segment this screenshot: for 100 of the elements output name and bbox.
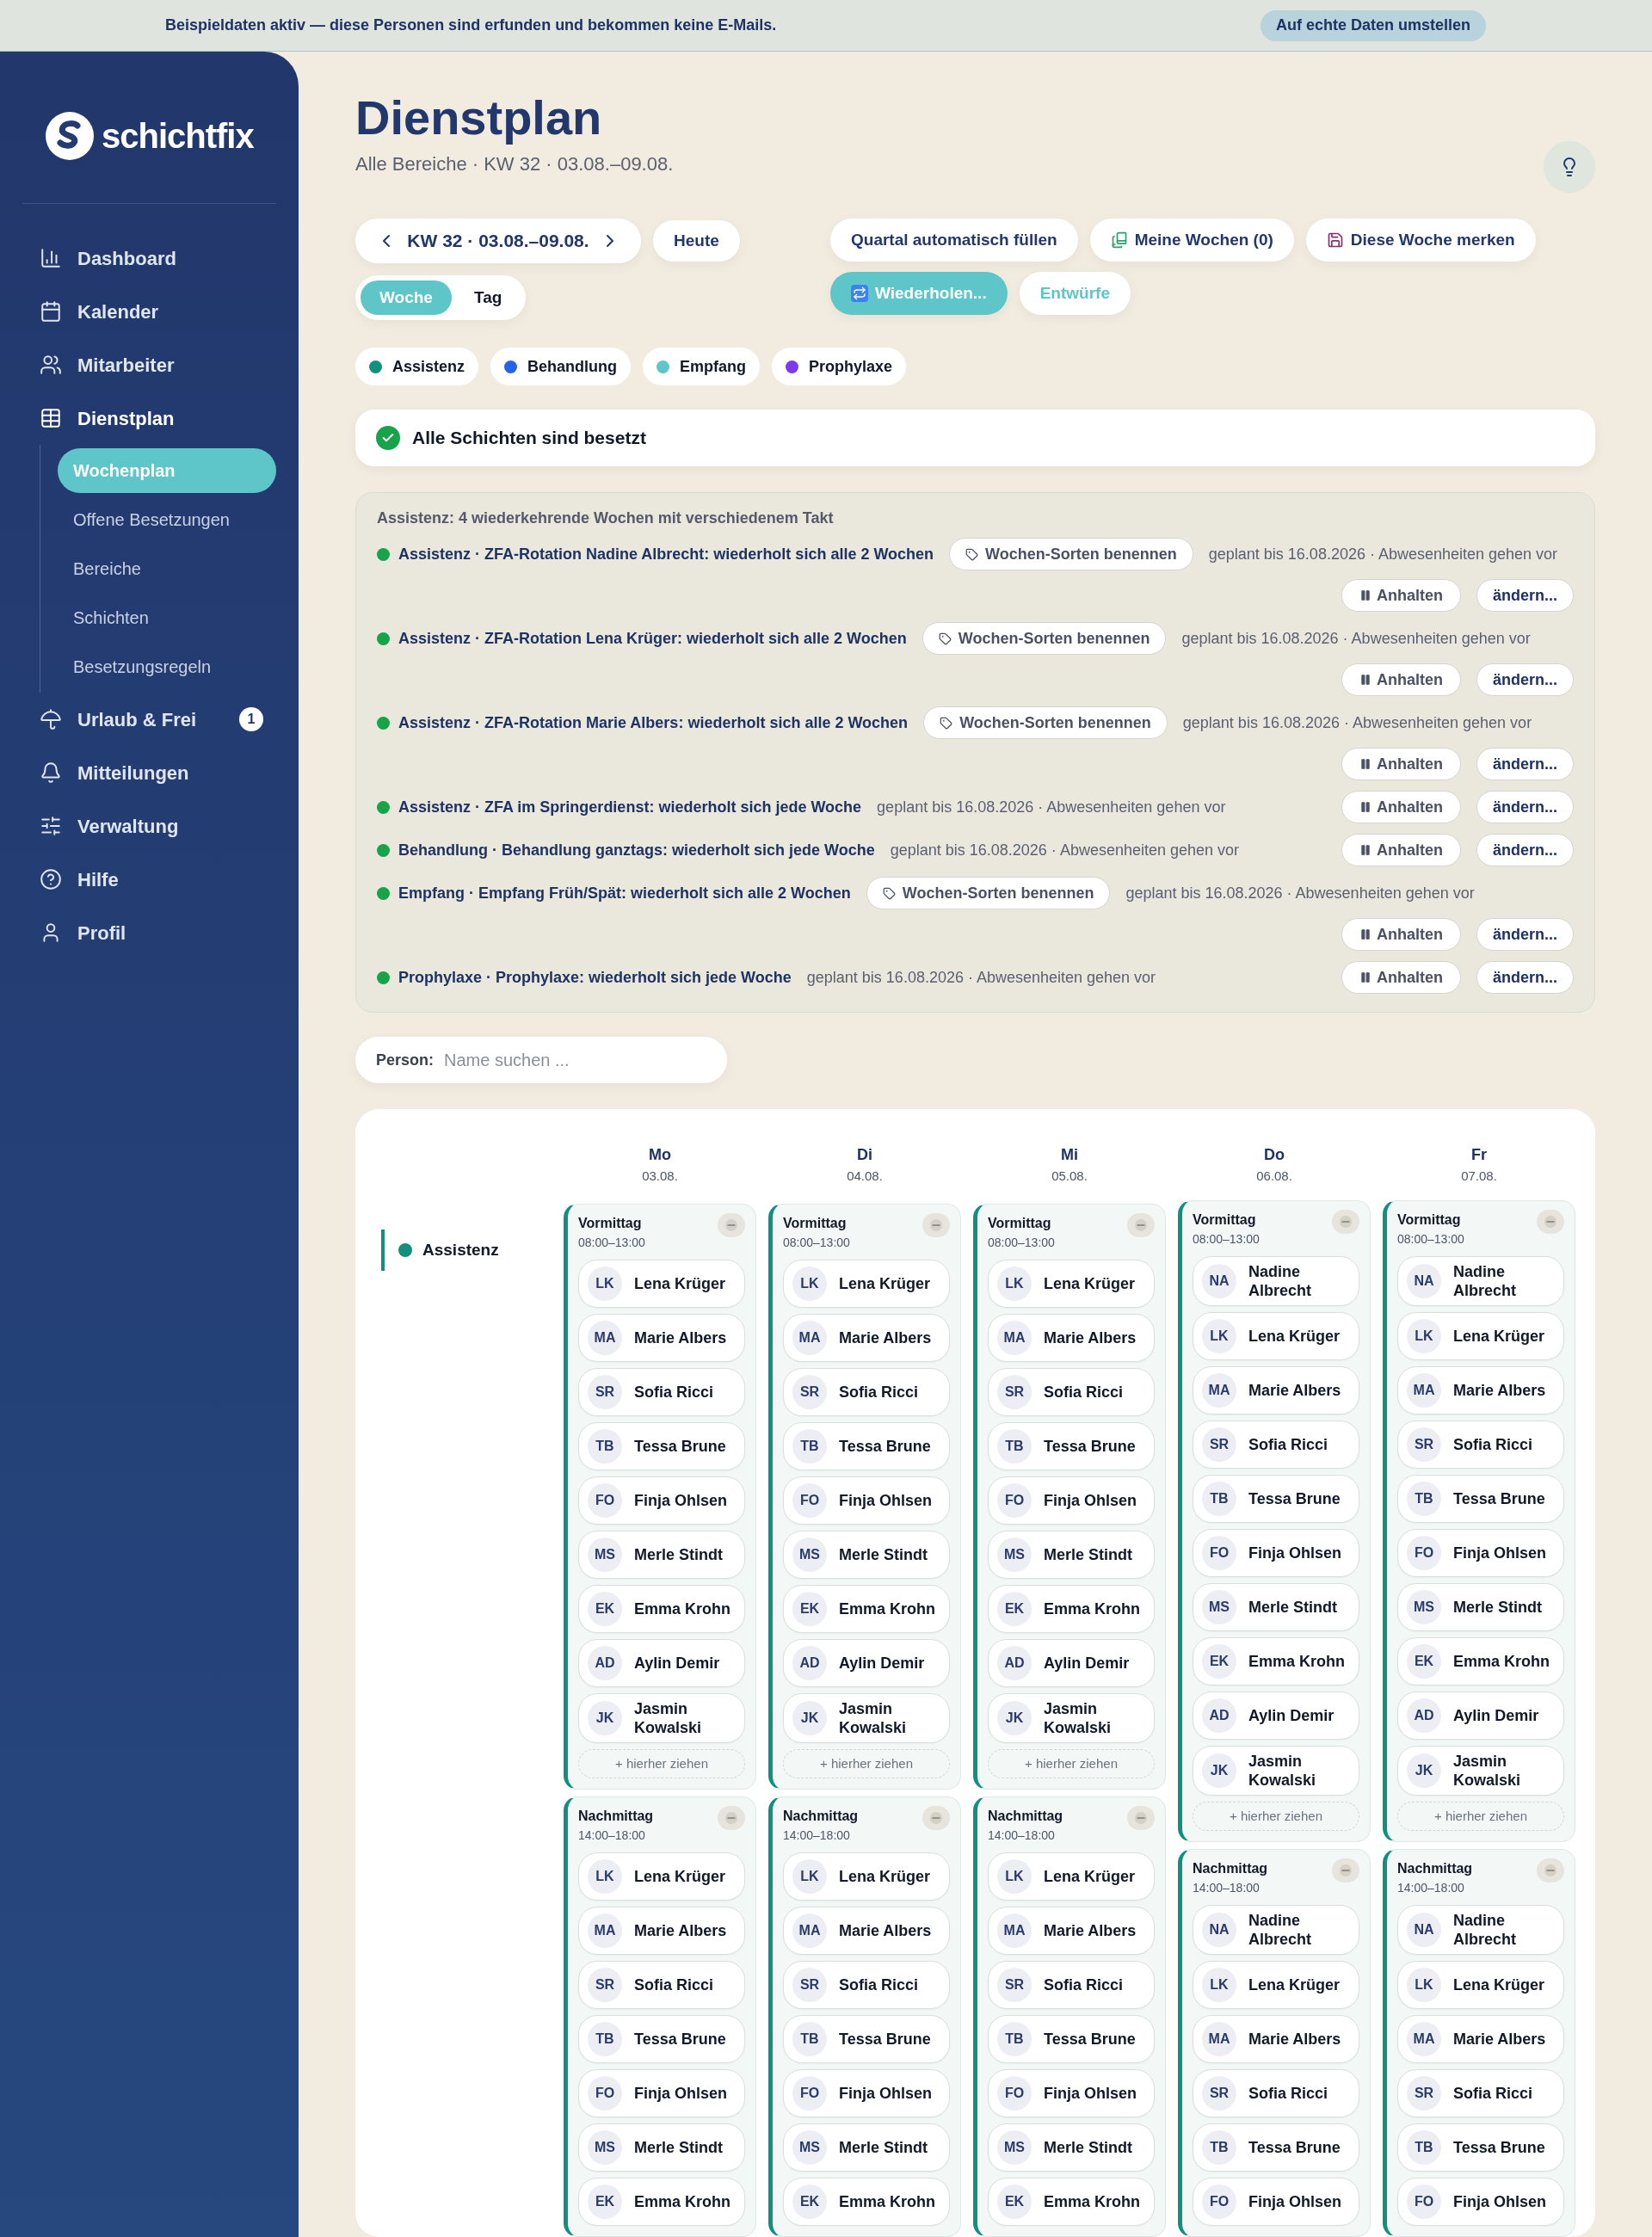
person-card[interactable]: TB Tessa Brune (578, 1422, 745, 1470)
person-card[interactable]: EK Emma Krohn (988, 1585, 1155, 1633)
name-week-types-button[interactable]: Wochen-Sorten benennen (922, 622, 1167, 655)
action-button[interactable]: Diese Woche merken (1305, 219, 1536, 262)
person-card[interactable]: AD Aylin Demir (988, 1639, 1155, 1687)
nav-item[interactable]: Mitarbeiter (22, 338, 276, 391)
person-card[interactable]: LK Lena Krüger (578, 1260, 745, 1308)
person-card[interactable]: SR Sofia Ricci (783, 1961, 950, 2009)
nav-item[interactable]: Kalender (22, 285, 276, 338)
search-input[interactable]: Name suchen ... (444, 1047, 706, 1073)
name-week-types-button[interactable]: Wochen-Sorten benennen (949, 538, 1193, 570)
edit-button[interactable]: ändern... (1476, 791, 1574, 823)
name-week-types-button[interactable]: Wochen-Sorten benennen (923, 706, 1168, 739)
person-card[interactable]: EK Emma Krohn (1397, 1637, 1564, 1685)
nav-item[interactable]: Profil (22, 906, 276, 959)
person-card[interactable]: JK Jasmin Kowalski (1193, 1746, 1359, 1796)
subnav-item[interactable]: Offene Besetzungen (58, 497, 276, 542)
person-card[interactable]: EK Emma Krohn (578, 1585, 745, 1633)
edit-button[interactable]: ändern... (1476, 748, 1574, 780)
person-card[interactable]: JK Jasmin Kowalski (578, 1693, 745, 1743)
person-card[interactable]: MS Merle Stindt (783, 2123, 950, 2172)
person-card[interactable]: MA Marie Albers (1397, 2015, 1564, 2063)
person-card[interactable]: FO Finja Ohlsen (988, 1476, 1155, 1525)
person-card[interactable]: LK Lena Krüger (988, 1852, 1155, 1901)
person-card[interactable]: LK Lena Krüger (578, 1852, 745, 1901)
person-card[interactable]: MS Merle Stindt (1193, 1583, 1359, 1631)
person-card[interactable]: MA Marie Albers (783, 1314, 950, 1362)
person-card[interactable]: LK Lena Krüger (1193, 1961, 1359, 2009)
person-card[interactable]: NA Nadine Albrecht (1397, 1905, 1564, 1955)
person-card[interactable]: LK Lena Krüger (988, 1260, 1155, 1308)
collapse-button[interactable] (1537, 1858, 1564, 1883)
collapse-button[interactable] (1127, 1213, 1155, 1237)
person-card[interactable]: MA Marie Albers (578, 1907, 745, 1955)
person-card[interactable]: TB Tessa Brune (783, 1422, 950, 1470)
person-card[interactable]: FO Finja Ohlsen (783, 1476, 950, 1525)
nav-item[interactable]: Dashboard (22, 231, 276, 285)
view-tab[interactable]: Tag (454, 280, 521, 315)
nav-item[interactable]: Verwaltung (22, 799, 276, 853)
person-card[interactable]: TB Tessa Brune (1193, 1475, 1359, 1523)
pause-button[interactable]: Anhalten (1341, 748, 1461, 780)
person-card[interactable]: JK Jasmin Kowalski (988, 1693, 1155, 1743)
nav-item[interactable]: Dienstplan (22, 391, 276, 445)
person-card[interactable]: LK Lena Krüger (783, 1852, 950, 1901)
person-card[interactable]: SR Sofia Ricci (1193, 1420, 1359, 1469)
nav-item[interactable]: Mitteilungen (22, 746, 276, 799)
person-card[interactable]: FO Finja Ohlsen (1397, 2178, 1564, 2226)
person-card[interactable]: EK Emma Krohn (783, 2178, 950, 2226)
pause-button[interactable]: Anhalten (1341, 834, 1461, 866)
person-card[interactable]: FO Finja Ohlsen (988, 2069, 1155, 2117)
person-card[interactable]: SR Sofia Ricci (1397, 1420, 1564, 1469)
person-card[interactable]: MA Marie Albers (988, 1907, 1155, 1955)
person-card[interactable]: TB Tessa Brune (1397, 1475, 1564, 1523)
person-card[interactable]: SR Sofia Ricci (988, 1961, 1155, 2009)
subnav-item[interactable]: Bereiche (58, 546, 276, 591)
action-button[interactable]: Quartal automatisch füllen (830, 219, 1078, 262)
nav-item[interactable]: Hilfe (22, 853, 276, 906)
subnav-item[interactable]: Schichten (58, 595, 276, 640)
collapse-button[interactable] (718, 1806, 745, 1830)
today-button[interactable]: Heute (653, 220, 740, 262)
pause-button[interactable]: Anhalten (1341, 663, 1461, 696)
person-card[interactable]: MA Marie Albers (783, 1907, 950, 1955)
nav-item[interactable]: Urlaub & Frei 1 (22, 693, 276, 746)
subnav-item[interactable]: Besetzungsregeln (58, 644, 276, 689)
search-field[interactable]: Person: Name suchen ... (355, 1037, 727, 1083)
person-card[interactable]: MA Marie Albers (1193, 1366, 1359, 1414)
person-card[interactable]: TB Tessa Brune (1397, 2123, 1564, 2172)
person-card[interactable]: MS Merle Stindt (988, 2123, 1155, 2172)
person-card[interactable]: MA Marie Albers (1397, 1366, 1564, 1414)
person-card[interactable]: FO Finja Ohlsen (578, 2069, 745, 2117)
collapse-button[interactable] (1332, 1210, 1359, 1234)
person-card[interactable]: EK Emma Krohn (988, 2178, 1155, 2226)
collapse-button[interactable] (922, 1213, 950, 1237)
person-card[interactable]: SR Sofia Ricci (578, 1961, 745, 2009)
pause-button[interactable]: Anhalten (1341, 579, 1461, 612)
pause-button[interactable]: Anhalten (1341, 791, 1461, 823)
pause-button[interactable]: Anhalten (1341, 918, 1461, 951)
collapse-button[interactable] (1537, 1210, 1564, 1234)
person-card[interactable]: SR Sofia Ricci (1397, 2069, 1564, 2117)
person-card[interactable]: SR Sofia Ricci (988, 1368, 1155, 1416)
person-card[interactable]: AD Aylin Demir (783, 1639, 950, 1687)
collapse-button[interactable] (1332, 1858, 1359, 1883)
person-card[interactable]: TB Tessa Brune (1193, 2123, 1359, 2172)
person-card[interactable]: FO Finja Ohlsen (578, 1476, 745, 1525)
person-card[interactable]: NA Nadine Albrecht (1193, 1905, 1359, 1955)
person-card[interactable]: MA Marie Albers (578, 1314, 745, 1362)
person-card[interactable]: TB Tessa Brune (783, 2015, 950, 2063)
person-card[interactable]: FO Finja Ohlsen (1397, 1529, 1564, 1577)
person-card[interactable]: MS Merle Stindt (1397, 1583, 1564, 1631)
person-card[interactable]: LK Lena Krüger (1397, 1312, 1564, 1360)
collapse-button[interactable] (922, 1806, 950, 1830)
collapse-button[interactable] (1127, 1806, 1155, 1830)
person-card[interactable]: FO Finja Ohlsen (1193, 2178, 1359, 2226)
person-card[interactable]: LK Lena Krüger (783, 1260, 950, 1308)
person-card[interactable]: TB Tessa Brune (988, 1422, 1155, 1470)
collapse-button[interactable] (718, 1213, 745, 1237)
person-card[interactable]: AD Aylin Demir (1193, 1692, 1359, 1740)
person-card[interactable]: MA Marie Albers (1193, 2015, 1359, 2063)
edit-button[interactable]: ändern... (1476, 918, 1574, 951)
person-card[interactable]: SR Sofia Ricci (783, 1368, 950, 1416)
person-card[interactable]: SR Sofia Ricci (578, 1368, 745, 1416)
